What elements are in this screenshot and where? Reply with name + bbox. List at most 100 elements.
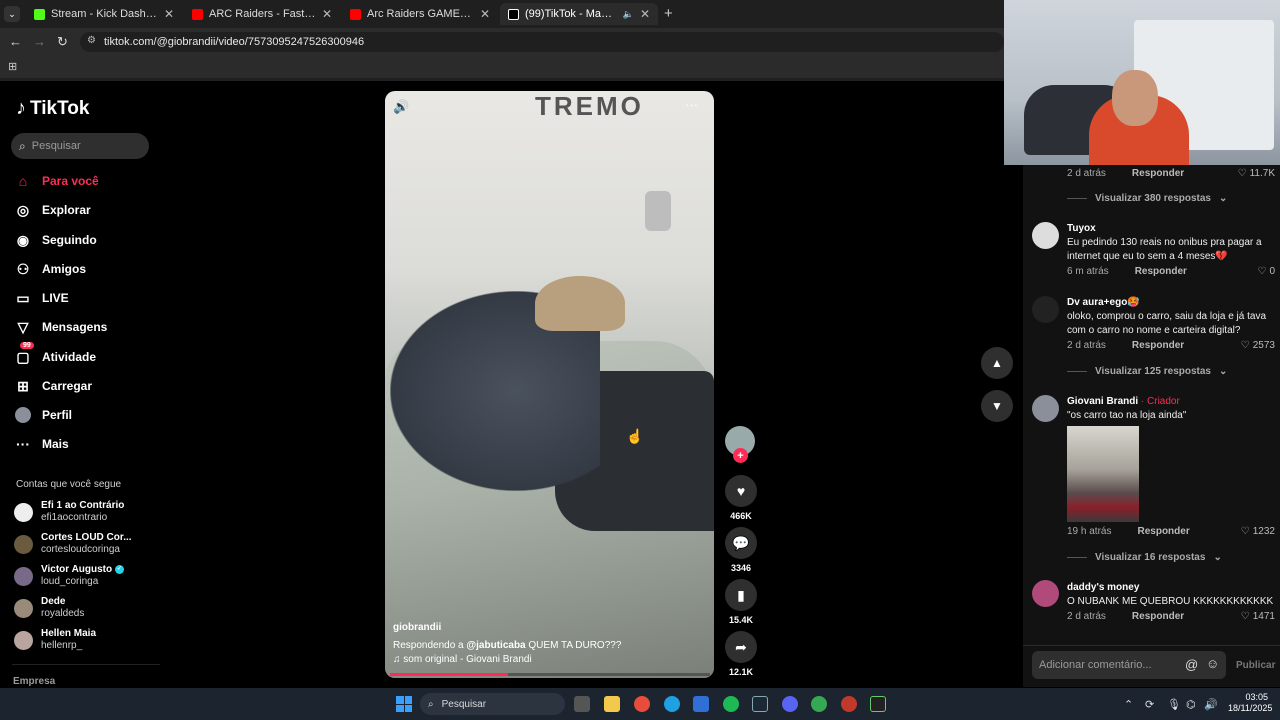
close-tab-icon[interactable]: ✕: [322, 7, 332, 21]
tab-search-button[interactable]: ⌄: [4, 6, 20, 22]
discord-icon[interactable]: [782, 696, 798, 712]
video-progress-fill: [390, 673, 509, 676]
comment-like[interactable]: ♡ 2573: [1241, 340, 1275, 351]
nav-seguindo[interactable]: ◉ Seguindo: [14, 228, 97, 252]
view-replies[interactable]: Visualizar 380 respostas ⌄: [1067, 193, 1227, 204]
followed-account[interactable]: Efi 1 ao Contrário efi1aocontrario: [14, 500, 124, 524]
heart-outline-icon: ♡: [1257, 266, 1267, 277]
steam-icon[interactable]: [752, 696, 768, 712]
save-button[interactable]: ▮: [725, 579, 757, 611]
kick-icon: [34, 8, 45, 20]
close-tab-icon[interactable]: ✕: [640, 7, 650, 21]
search-input[interactable]: ⌕ Pesquisar: [11, 133, 149, 159]
apps-grid-icon[interactable]: ⊞: [8, 60, 17, 73]
app-icon[interactable]: [870, 696, 886, 712]
mention-link[interactable]: @jabuticaba: [466, 640, 525, 651]
back-icon[interactable]: ←: [9, 34, 22, 49]
chrome-icon[interactable]: [634, 696, 650, 712]
site-info-icon[interactable]: ⚙: [87, 35, 96, 46]
nav-para-voce[interactable]: ⌂ Para você: [14, 169, 99, 193]
network-icon[interactable]: ⌬: [1186, 698, 1196, 711]
tray-app-icon[interactable]: ⟳: [1145, 698, 1154, 711]
nav-perfil[interactable]: Perfil: [14, 403, 72, 427]
nav-carregar[interactable]: ⊞ Carregar: [14, 374, 92, 398]
reply-link[interactable]: Responder: [1132, 340, 1184, 351]
volume-icon[interactable]: 🔊: [393, 99, 409, 115]
followed-account[interactable]: Victor Augusto ✓ loud_coringa: [14, 564, 124, 588]
followed-account[interactable]: Cortes LOUD Cor... cortesloudcoringa: [14, 532, 132, 556]
footer-company-link[interactable]: Empresa: [13, 676, 55, 687]
tray-chevron-icon[interactable]: ⌃: [1124, 698, 1133, 711]
reply-link[interactable]: Responder: [1132, 168, 1184, 179]
share-button[interactable]: ➦: [725, 631, 757, 663]
next-video-button[interactable]: ▼: [981, 390, 1013, 422]
followed-account[interactable]: Dede royaldeds: [14, 596, 84, 620]
comment-author[interactable]: daddy's money: [1067, 582, 1139, 593]
nav-explorar[interactable]: ◎ Explorar: [14, 198, 91, 222]
comment-author[interactable]: Dv aura+ego🥵: [1067, 297, 1140, 308]
spotify-icon[interactable]: [723, 696, 739, 712]
reply-link[interactable]: Responder: [1137, 526, 1189, 537]
comment-like[interactable]: ♡ 1232: [1241, 526, 1275, 537]
sound-link[interactable]: ♫ som original - Giovani Brandi: [393, 654, 532, 665]
task-view-icon[interactable]: [574, 696, 590, 712]
more-options-icon[interactable]: ···: [685, 97, 698, 112]
tab-arc-raiders-mushroom[interactable]: ARC Raiders - Fastest Mushroom ✕: [184, 3, 340, 25]
youtube-icon: [350, 8, 361, 20]
taskbar-clock[interactable]: 03:05 18/11/2025: [1228, 692, 1272, 714]
avatar[interactable]: [1032, 580, 1059, 607]
reload-icon[interactable]: ↻: [57, 34, 68, 50]
tab-kick-dashboard[interactable]: Stream - Kick Dashboard ✕: [26, 3, 182, 25]
emoji-icon[interactable]: ☺: [1206, 656, 1219, 671]
comment-like[interactable]: ♡ 1471: [1241, 611, 1275, 622]
follow-plus-icon[interactable]: +: [733, 448, 748, 463]
previous-video-button[interactable]: ▲: [981, 347, 1013, 379]
mention-icon[interactable]: @: [1185, 657, 1198, 672]
followed-account[interactable]: Hellen Maia hellenrp_: [14, 628, 96, 652]
nav-amigos[interactable]: ⚇ Amigos: [14, 257, 86, 281]
nav-live[interactable]: ▭ LIVE: [14, 286, 68, 310]
nav-atividade[interactable]: ▢ 99 Atividade: [14, 342, 96, 369]
like-button[interactable]: ♥: [725, 475, 757, 507]
comment-input[interactable]: Adicionar comentário... @ ☺: [1032, 651, 1226, 679]
view-replies[interactable]: Visualizar 16 respostas ⌄: [1067, 552, 1222, 563]
comment-button[interactable]: 💬: [725, 527, 757, 559]
video-author[interactable]: giobrandii: [393, 622, 441, 633]
avatar[interactable]: [1032, 222, 1059, 249]
comment-image[interactable]: [1067, 426, 1139, 522]
comment-author[interactable]: Giovani Brandi · Criador: [1067, 396, 1180, 407]
close-tab-icon[interactable]: ✕: [480, 7, 490, 21]
avatar[interactable]: [1032, 395, 1059, 422]
share-count: 12.1K: [728, 667, 754, 677]
avatar[interactable]: [1032, 296, 1059, 323]
video-player[interactable]: TREMO 🔊 ··· giobrandii Respondendo a @ja…: [385, 91, 714, 678]
close-tab-icon[interactable]: ✕: [164, 7, 174, 21]
microphone-icon[interactable]: 🎙: [1167, 698, 1181, 711]
volume-icon[interactable]: 🔊: [1204, 698, 1218, 711]
webcam-overlay: [1004, 0, 1280, 165]
comment-like[interactable]: ♡ 11.7K: [1238, 168, 1275, 179]
view-replies[interactable]: Visualizar 125 respostas ⌄: [1067, 366, 1227, 377]
file-explorer-icon[interactable]: [604, 696, 620, 712]
obs-icon[interactable]: [841, 696, 857, 712]
speaker-icon[interactable]: 🔈: [623, 9, 634, 20]
outlook-icon[interactable]: [693, 696, 709, 712]
comment-like[interactable]: ♡ 0: [1257, 266, 1275, 277]
reply-link[interactable]: Responder: [1132, 611, 1184, 622]
forward-icon[interactable]: →: [33, 34, 46, 49]
nav-mais[interactable]: ··· Mais: [14, 432, 69, 456]
heart-outline-icon: ♡: [1237, 168, 1247, 179]
new-tab-button[interactable]: +: [664, 5, 673, 22]
reply-link[interactable]: Responder: [1135, 266, 1187, 277]
comment-author[interactable]: Tuyox: [1067, 223, 1096, 234]
windows-start-icon[interactable]: [396, 696, 412, 712]
tiktok-logo[interactable]: ♪ TikTok: [16, 97, 89, 120]
tab-arc-raiders-breaking[interactable]: Arc Raiders GAME BREAKING b ✕: [342, 3, 498, 25]
publish-button[interactable]: Publicar: [1236, 660, 1275, 671]
taskbar-search[interactable]: ⌕ Pesquisar: [420, 693, 565, 715]
edge-icon[interactable]: [664, 696, 680, 712]
tab-tiktok[interactable]: (99)TikTok - Make Your Day 🔈 ✕: [500, 3, 658, 25]
url-field[interactable]: ⚙ tiktok.com/@giobrandii/video/757309524…: [80, 32, 1004, 52]
nav-mensagens[interactable]: ▽ Mensagens: [14, 315, 108, 339]
chrome-profile-icon[interactable]: [811, 696, 827, 712]
